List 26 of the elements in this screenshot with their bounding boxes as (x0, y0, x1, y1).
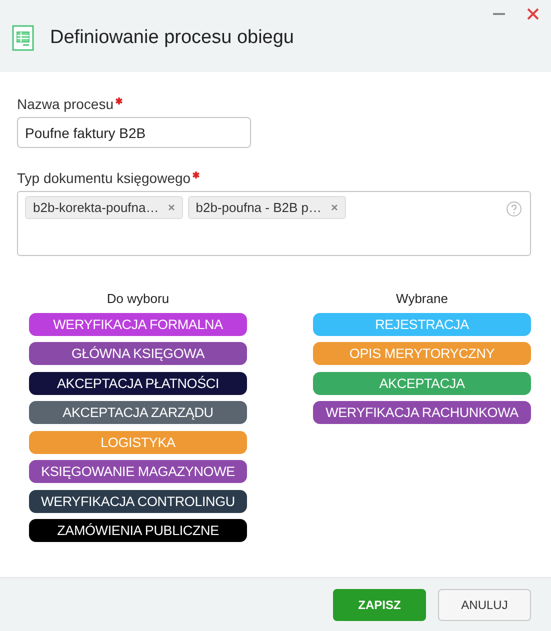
remove-icon[interactable] (168, 204, 175, 211)
stage-chip[interactable]: AKCEPTACJA (313, 372, 531, 394)
remove-icon[interactable] (330, 204, 338, 211)
stage-chip[interactable]: ZAMÓWIENIA PUBLICZNE (29, 519, 247, 542)
stage-chip[interactable]: AKCEPTACJA ZARZĄDU (29, 401, 247, 424)
stage-chip[interactable]: WERYFIKACJA RACHUNKOWA (313, 401, 531, 424)
save-button[interactable]: ZAPISZ (333, 588, 426, 620)
stage-chip[interactable]: WERYFIKACJA FORMALNA (29, 312, 247, 336)
minimize-icon[interactable] (493, 13, 505, 16)
stage-chip[interactable]: GŁÓWNA KSIĘGOWA (29, 342, 247, 365)
tag-input-field[interactable]: b2b-korekta-poufna… b2b-poufna - B2B p… (17, 191, 531, 256)
tag: b2b-korekta-poufna… (25, 196, 183, 219)
field-label: Nazwa procesu (17, 96, 114, 112)
window-title: Definiowanie procesu obiegu (50, 27, 294, 49)
stage-chip[interactable]: AKCEPTACJA PŁATNOŚCI (29, 372, 247, 394)
stage-chip[interactable]: KSIĘGOWANIE MAGAZYNOWE (29, 460, 247, 483)
close-icon[interactable] (527, 8, 539, 20)
column-title: Wybrane (395, 291, 449, 306)
tag: b2b-poufna - B2B p… (188, 196, 346, 219)
stage-chip[interactable]: WERYFIKACJA CONTROLINGU (29, 490, 247, 512)
field-label: Typ dokumentu księgowego (17, 170, 191, 186)
help-icon[interactable] (506, 201, 522, 217)
input-field[interactable]: Poufne faktury B2B (17, 117, 251, 148)
column-title: Do wyboru (106, 291, 170, 306)
document-icon (12, 25, 34, 51)
cancel-button[interactable]: ANULUJ (438, 588, 531, 620)
